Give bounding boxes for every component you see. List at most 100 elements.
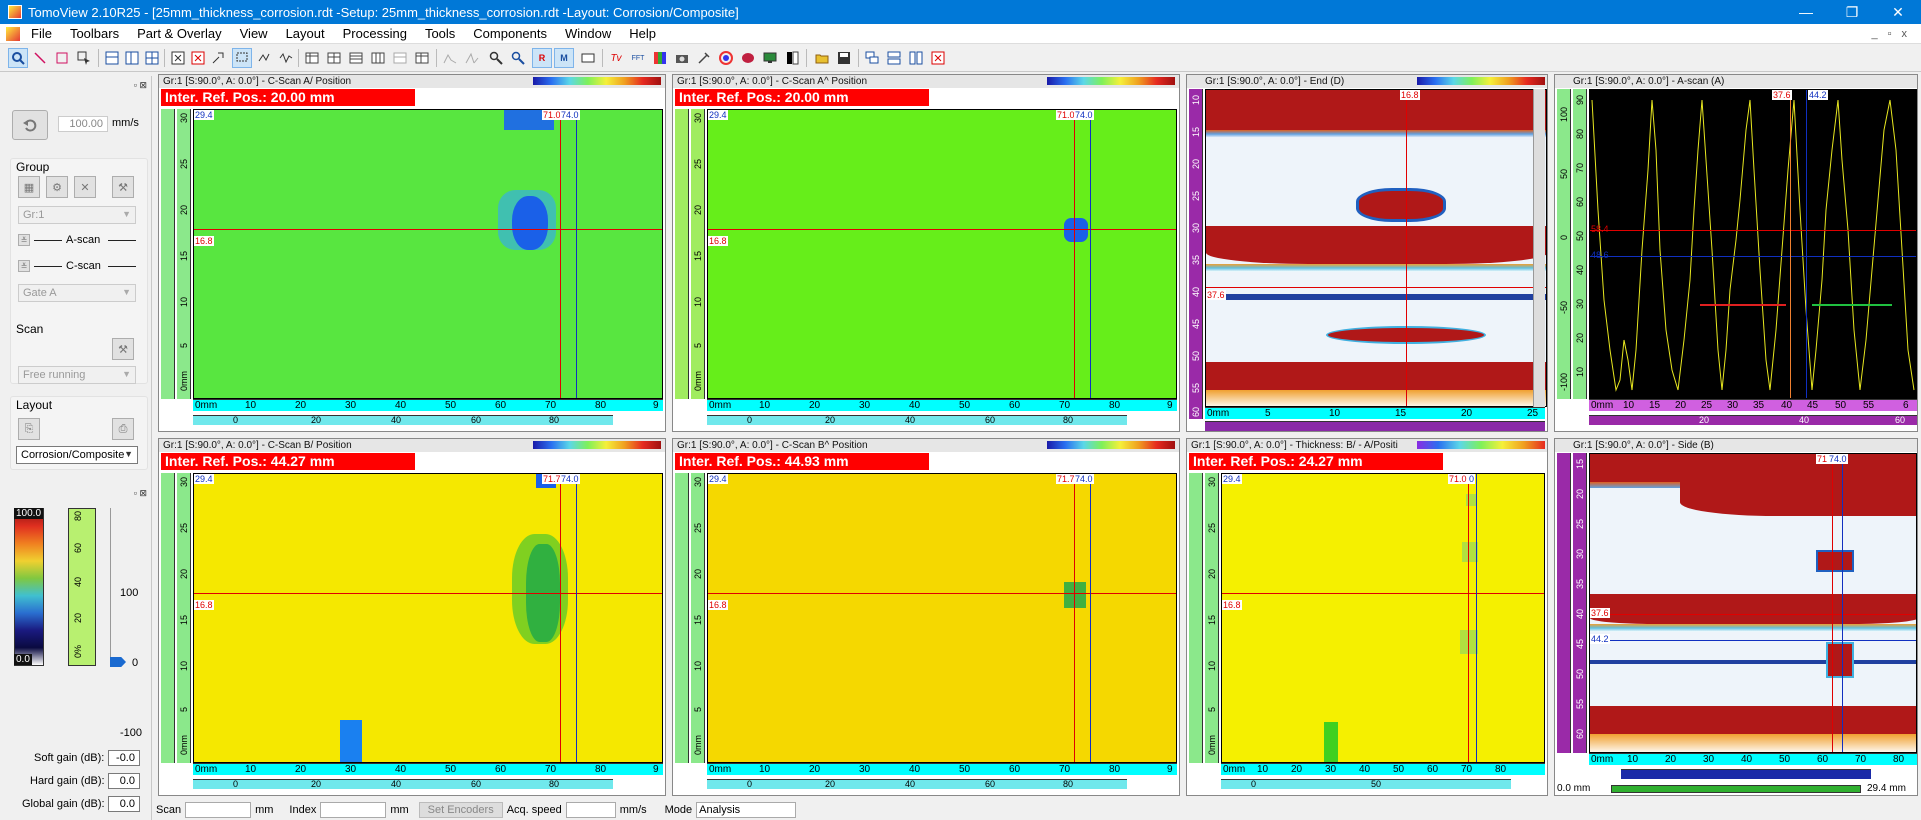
table-icon-3[interactable] — [346, 48, 366, 68]
x-scrollbar[interactable] — [1205, 421, 1545, 431]
close-button[interactable]: ✕ — [1875, 0, 1921, 24]
palette-pin-close[interactable]: ▫ ⊠ — [117, 488, 147, 498]
pan-tool-icon[interactable] — [208, 48, 228, 68]
x-scrollbar[interactable] — [1621, 769, 1871, 779]
hard-gain-input[interactable]: 0.0 — [108, 773, 140, 789]
cscan-image[interactable]: 29.4 16.8 71.0 74.0 — [707, 109, 1177, 399]
peak-icon-2[interactable] — [462, 48, 482, 68]
scan-mode-select[interactable]: Free running ▼ — [18, 366, 136, 384]
side-view-image[interactable]: 71 74.0 37.6 44.2 — [1589, 453, 1917, 753]
x-scrollbar[interactable]: 0 20 40 60 80 — [707, 415, 1127, 425]
side-view-panel[interactable]: Gr:1 [S:90.0°, A: 0.0°] - Side (B) 15 20… — [1554, 438, 1918, 796]
group-settings-icon[interactable]: ⚙ — [46, 176, 68, 198]
cursor-tool-icon[interactable] — [74, 48, 94, 68]
window-close-all-icon[interactable] — [928, 48, 948, 68]
menu-layout[interactable]: Layout — [277, 26, 334, 41]
gate-a-marker[interactable] — [1700, 304, 1786, 306]
x-scrollbar[interactable]: 0 20 40 60 80 — [707, 779, 1127, 789]
menu-tools[interactable]: Tools — [416, 26, 464, 41]
close-view-icon[interactable] — [168, 48, 188, 68]
global-gain-input[interactable]: 0.0 — [108, 796, 140, 812]
x-scrollbar[interactable]: 20 40 60 — [1589, 415, 1917, 425]
thickness-image[interactable]: 29.4 16.8 71.0 0 — [1221, 473, 1545, 763]
save-icon[interactable] — [834, 48, 854, 68]
layout-save-icon[interactable]: ⎙ — [112, 418, 134, 440]
layout-2-icon[interactable] — [122, 48, 142, 68]
color-wheel-icon[interactable] — [716, 48, 736, 68]
set-encoders-button[interactable]: Set Encoders — [418, 802, 503, 818]
menu-toolbars[interactable]: Toolbars — [61, 26, 128, 41]
x-scrollbar[interactable]: 0 20 40 60 80 — [193, 779, 613, 789]
panel-pin-close[interactable]: ▫ ⊠ — [117, 80, 147, 90]
palette-icon[interactable] — [738, 48, 758, 68]
rect-tool-icon[interactable] — [52, 48, 72, 68]
color-bar-icon[interactable] — [782, 48, 802, 68]
window-cascade-icon[interactable] — [862, 48, 882, 68]
layout-grid-icon[interactable] — [142, 48, 162, 68]
tv-icon[interactable]: Tv — [606, 48, 626, 68]
line-tool-icon[interactable] — [30, 48, 50, 68]
layout-select[interactable]: Corrosion/Composite ▼ — [16, 446, 138, 464]
menu-help[interactable]: Help — [620, 26, 665, 41]
table-icon-2[interactable] — [324, 48, 344, 68]
cscan-image[interactable]: 29.4 16.8 71.7 74.0 — [707, 473, 1177, 763]
undo-icon[interactable] — [12, 110, 48, 140]
left-scroll-ruler[interactable] — [1189, 473, 1203, 763]
gate-b-marker[interactable] — [1812, 304, 1892, 306]
mdi-close-button[interactable]: x — [1902, 28, 1908, 40]
gain-icon[interactable] — [650, 48, 670, 68]
ascan-plot[interactable]: 37.6 44.2 58.4 48.6 — [1589, 89, 1917, 399]
minimize-button[interactable]: — — [1783, 0, 1829, 24]
left-scroll-ruler[interactable] — [675, 109, 689, 399]
layout-load-icon[interactable]: ⎘ — [18, 418, 40, 440]
fft-icon[interactable]: FFT — [628, 48, 648, 68]
mdi-restore-button[interactable]: ▫ — [1888, 28, 1892, 40]
open-folder-icon[interactable] — [812, 48, 832, 68]
layout-1-icon[interactable] — [102, 48, 122, 68]
mdi-minimize-button[interactable]: _ — [1871, 28, 1877, 40]
table-icon-4[interactable] — [368, 48, 388, 68]
window-tile-h-icon[interactable] — [884, 48, 904, 68]
ascan-expand-icon[interactable]: ≚ — [18, 234, 30, 246]
left-scroll-ruler[interactable] — [161, 473, 175, 763]
speed-input[interactable]: 100.00 — [58, 116, 108, 132]
measure-icon[interactable] — [254, 48, 274, 68]
menu-processing[interactable]: Processing — [334, 26, 416, 41]
group-add-icon[interactable]: ▦ — [18, 176, 40, 198]
close-all-icon[interactable] — [188, 48, 208, 68]
group-wizard-icon[interactable]: ⚒ — [112, 176, 134, 198]
menu-view[interactable]: View — [231, 26, 277, 41]
menu-part-overlay[interactable]: Part & Overlay — [128, 26, 231, 41]
index-input[interactable] — [320, 802, 387, 818]
monitor-icon[interactable] — [760, 48, 780, 68]
table-icon-5[interactable] — [390, 48, 410, 68]
waveform-icon[interactable] — [276, 48, 296, 68]
meas-icon[interactable]: M — [554, 48, 574, 68]
menu-file[interactable]: File — [22, 26, 61, 41]
left-scroll-ruler[interactable] — [161, 109, 175, 399]
select-area-icon[interactable] — [232, 48, 252, 68]
scan-input[interactable] — [185, 802, 252, 818]
soft-gain-input[interactable]: -0.0 — [108, 750, 140, 766]
camera-icon[interactable] — [672, 48, 692, 68]
comment-icon[interactable] — [578, 48, 598, 68]
scan-settings-icon[interactable]: ⚒ — [112, 338, 134, 360]
cscan-b-peak-panel[interactable]: Gr:1 [S:90.0°, A: 0.0°] - C-Scan B^ Posi… — [672, 438, 1180, 796]
ref-icon[interactable]: R — [532, 48, 552, 68]
cscan-image[interactable]: 29.4 16.8 71.7 74.0 — [193, 473, 663, 763]
table-icon-1[interactable] — [302, 48, 322, 68]
cscan-a-peak-panel[interactable]: Gr:1 [S:90.0°, A: 0.0°] - C-Scan A^ Posi… — [672, 74, 1180, 432]
left-scroll-ruler[interactable] — [1557, 453, 1571, 753]
menu-window[interactable]: Window — [556, 26, 620, 41]
x-scrollbar[interactable]: 0 20 40 60 80 — [193, 415, 613, 425]
end-scrollbar[interactable] — [1533, 89, 1545, 407]
table-icon-6[interactable] — [412, 48, 432, 68]
zoom-tool-icon[interactable] — [8, 48, 28, 68]
cscan-image[interactable]: 29.4 16.8 71.0 74.0 — [193, 109, 663, 399]
side-range-bar[interactable] — [1611, 785, 1861, 793]
tools-icon[interactable] — [694, 48, 714, 68]
maximize-button[interactable]: ❐ — [1829, 0, 1875, 24]
peak-icon-1[interactable] — [440, 48, 460, 68]
acq-speed-input[interactable] — [565, 802, 616, 818]
color-palette[interactable] — [14, 508, 44, 666]
